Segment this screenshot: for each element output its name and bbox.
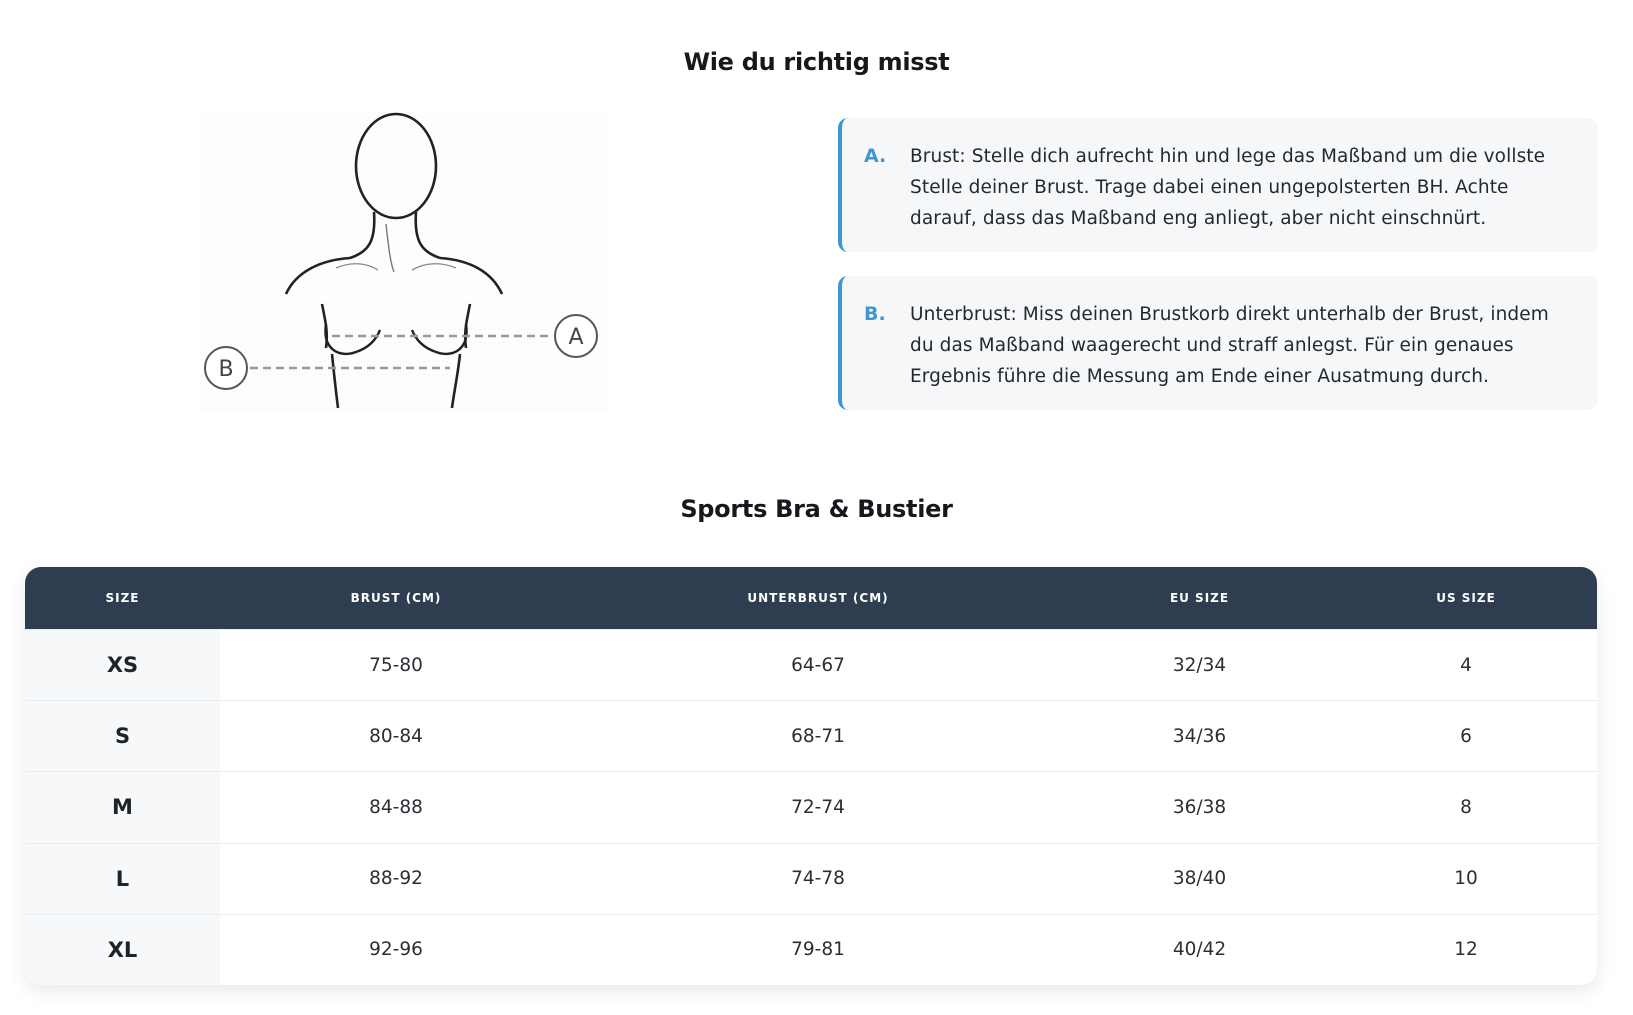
instruction-letter: A. xyxy=(864,145,887,167)
column-header-us-size: US SIZE xyxy=(1436,591,1496,605)
bust-cell: 92-96 xyxy=(369,939,423,961)
size-cell: XL xyxy=(25,914,220,985)
size-guide-page: Wie du richtig misst A B A. Brust: Stell… xyxy=(0,0,1633,1015)
instruction-letter: B. xyxy=(864,303,886,325)
underbust-cell: 74-78 xyxy=(791,868,845,890)
us-size-cell: 4 xyxy=(1460,654,1472,676)
table-row: M 84-88 72-74 36/38 8 xyxy=(25,771,1597,843)
marker-b-label: B xyxy=(218,357,233,382)
marker-a-label: A xyxy=(568,325,583,350)
measure-section-title: Wie du richtig misst xyxy=(683,48,950,76)
size-cell: L xyxy=(25,843,220,914)
bust-cell: 80-84 xyxy=(369,725,423,747)
underbust-cell: 72-74 xyxy=(791,796,845,818)
table-header: SIZE BRUST (CM) UNTERBRUST (CM) EU SIZE … xyxy=(25,567,1597,629)
us-size-cell: 12 xyxy=(1454,939,1478,961)
instruction-card-underbust: B. Unterbrust: Miss deinen Brustkorb dir… xyxy=(838,276,1598,410)
table-row: S 80-84 68-71 34/36 6 xyxy=(25,700,1597,772)
measurement-illustration: A B xyxy=(200,112,608,412)
underbust-cell: 64-67 xyxy=(791,654,845,676)
instruction-text: Unterbrust: Miss deinen Brustkorb direkt… xyxy=(910,304,1549,387)
size-table-title: Sports Bra & Bustier xyxy=(680,495,953,523)
eu-size-cell: 36/38 xyxy=(1172,796,1227,818)
size-table: SIZE BRUST (CM) UNTERBRUST (CM) EU SIZE … xyxy=(25,567,1597,985)
eu-size-cell: 38/40 xyxy=(1172,868,1227,890)
us-size-cell: 8 xyxy=(1460,796,1472,818)
size-cell: XS xyxy=(25,630,220,701)
column-header-eu-size: EU SIZE xyxy=(1169,591,1230,605)
eu-size-cell: 40/42 xyxy=(1172,939,1227,961)
underbust-cell: 79-81 xyxy=(791,939,845,961)
column-header-underbust: UNTERBRUST (CM) xyxy=(747,591,889,605)
instruction-card-bust: A. Brust: Stelle dich aufrecht hin und l… xyxy=(838,118,1598,252)
underbust-cell: 68-71 xyxy=(791,725,845,747)
measurement-instructions: A. Brust: Stelle dich aufrecht hin und l… xyxy=(838,118,1598,410)
eu-size-cell: 34/36 xyxy=(1172,725,1227,747)
instruction-text: Brust: Stelle dich aufrecht hin und lege… xyxy=(910,146,1546,229)
column-header-size: SIZE xyxy=(105,591,140,605)
us-size-cell: 10 xyxy=(1454,868,1478,890)
eu-size-cell: 32/34 xyxy=(1172,654,1227,676)
us-size-cell: 6 xyxy=(1460,725,1472,747)
size-cell: M xyxy=(25,772,220,843)
bust-cell: 75-80 xyxy=(369,654,423,676)
size-cell: S xyxy=(25,701,220,772)
table-row: XS 75-80 64-67 32/34 4 xyxy=(25,629,1597,701)
bust-cell: 88-92 xyxy=(369,868,423,890)
bust-cell: 84-88 xyxy=(369,796,423,818)
torso-diagram: A B xyxy=(204,112,598,409)
table-row: L 88-92 74-78 38/40 10 xyxy=(25,842,1597,914)
table-row: XL 92-96 79-81 40/42 12 xyxy=(25,913,1597,985)
column-header-bust: BRUST (CM) xyxy=(350,591,442,605)
